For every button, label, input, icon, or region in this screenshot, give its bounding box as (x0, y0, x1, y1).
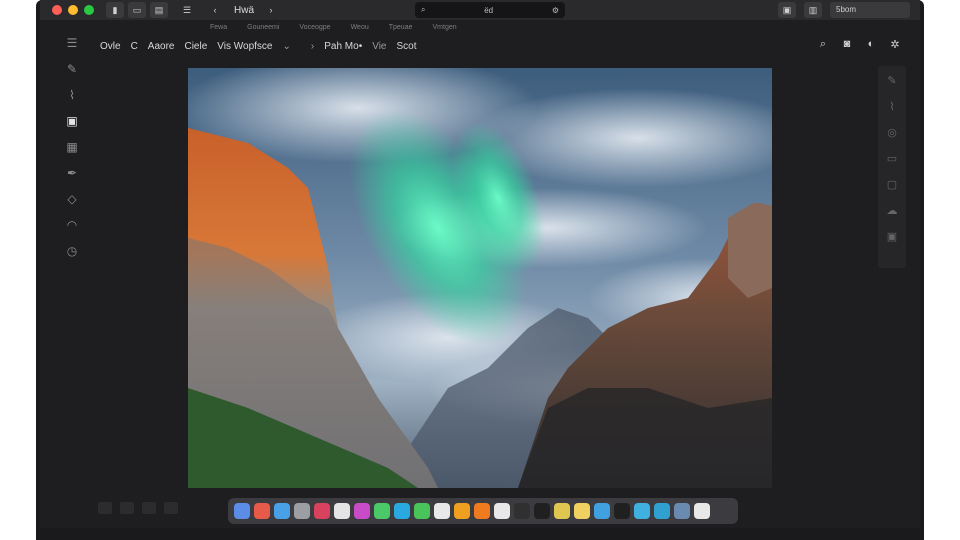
forward-icon[interactable]: › (262, 2, 280, 18)
layers-icon[interactable]: ▦ (62, 140, 82, 155)
dock-app-icon[interactable] (254, 503, 270, 519)
dock-app-icon[interactable] (634, 503, 650, 519)
status-icon[interactable] (98, 502, 112, 514)
toolbar-item[interactable]: Aaore (148, 41, 175, 52)
toolbar-item[interactable]: Ciele (184, 41, 207, 52)
dock-app-icon[interactable] (294, 503, 310, 519)
dock-app-icon[interactable] (414, 503, 430, 519)
dock-app-icon[interactable] (314, 503, 330, 519)
landscape-photo (188, 68, 772, 488)
pencil-icon[interactable]: ✎ (62, 62, 82, 77)
history-icon[interactable]: ◷ (62, 244, 82, 259)
sidebar-toggle-button[interactable]: ▮ (106, 2, 124, 18)
square-icon[interactable]: ▢ (887, 178, 897, 192)
lasso-icon[interactable]: ◠ (62, 218, 82, 233)
dock-app-icon[interactable] (234, 503, 250, 519)
dock-app-icon[interactable] (614, 503, 630, 519)
toolbar-item[interactable]: Pah Mo• (324, 41, 362, 52)
image-canvas[interactable] (188, 68, 772, 488)
window-title: Hwä (234, 4, 255, 16)
toolbar-right: ⌕ ◙ ◐ ✲ (816, 38, 902, 51)
dock-app-icon[interactable] (554, 503, 570, 519)
square-icon[interactable]: ▣ (887, 230, 897, 244)
menu-icon[interactable]: ☰ (178, 2, 196, 18)
dock (228, 498, 738, 524)
view-toggle-button[interactable]: ▭ (128, 2, 146, 18)
app-window: ▮ ▭ ▤ ☰ ‹ Hwä › ⌕ ëd ⚙ ▣ ▥ 5bom Fewa Gou… (40, 0, 920, 528)
layout-button[interactable]: ▥ (804, 2, 822, 18)
pen-icon[interactable]: ✒ (62, 166, 82, 181)
minimize-button[interactable] (68, 5, 78, 15)
dock-app-icon[interactable] (394, 503, 410, 519)
pencil-icon[interactable]: ✎ (887, 74, 896, 88)
search-icon[interactable]: ⌕ (816, 38, 830, 51)
dock-app-icon[interactable] (434, 503, 450, 519)
dock-app-icon[interactable] (534, 503, 550, 519)
dock-app-icon[interactable] (374, 503, 390, 519)
menu-item[interactable]: Weou (351, 24, 369, 31)
brush-icon[interactable]: ⌇ (62, 88, 82, 103)
dock-app-icon[interactable] (674, 503, 690, 519)
status-icons (98, 502, 178, 514)
share-icon[interactable]: ◐ (864, 38, 878, 51)
dock-app-icon[interactable] (654, 503, 670, 519)
square-icon[interactable]: ▭ (887, 152, 897, 166)
dock-app-icon[interactable] (274, 503, 290, 519)
window-controls (52, 5, 94, 15)
chevron-right-icon[interactable]: › (311, 41, 314, 52)
zoom-button[interactable] (84, 5, 94, 15)
dock-app-icon[interactable] (594, 503, 610, 519)
menu-item[interactable]: Gouneemi (247, 24, 279, 31)
status-icon[interactable] (164, 502, 178, 514)
dock-app-icon[interactable] (334, 503, 350, 519)
menu-item[interactable]: Tpeuae (389, 24, 413, 31)
status-icon[interactable] (142, 502, 156, 514)
search-field[interactable]: ⌕ ëd ⚙ (415, 2, 565, 18)
menu-item[interactable]: Vmtgen (433, 24, 457, 31)
menu-icon[interactable]: ☰ (62, 36, 82, 51)
settings-icon[interactable]: ✲ (888, 38, 902, 51)
dock-app-icon[interactable] (494, 503, 510, 519)
eraser-icon[interactable]: ◇ (62, 192, 82, 207)
circle-icon[interactable]: ◎ (887, 126, 897, 140)
toolbar-item[interactable]: Scot (396, 41, 416, 52)
right-tool-panel: ✎ ⌇ ◎ ▭ ▢ ☁ ▣ (878, 66, 906, 268)
toolbar-item[interactable]: Vis Wopfsce (217, 41, 272, 52)
search-text: ëd (484, 5, 494, 15)
panel-button[interactable]: ▣ (778, 2, 796, 18)
cloud-icon[interactable]: ☁ (887, 204, 898, 218)
menu-item[interactable]: Voceogpe (299, 24, 330, 31)
options-icon[interactable]: ⚙ (552, 6, 559, 15)
toolbar-item[interactable]: Vie (372, 41, 386, 52)
dock-app-icon[interactable] (354, 503, 370, 519)
menu-item[interactable]: Fewa (210, 24, 227, 31)
chevron-down-icon[interactable]: ⌄ (283, 41, 291, 52)
dock-app-icon[interactable] (454, 503, 470, 519)
top-right-controls: ▣ ▥ 5bom (778, 2, 910, 18)
search-icon: ⌕ (421, 5, 426, 14)
dock-app-icon[interactable] (474, 503, 490, 519)
dock-app-icon[interactable] (574, 503, 590, 519)
crop-icon[interactable]: ▣ (62, 114, 82, 129)
brush-icon[interactable]: ⌇ (889, 100, 894, 114)
back-icon[interactable]: ‹ (206, 2, 224, 18)
top-right-field[interactable]: 5bom (830, 2, 910, 18)
dock-app-icon[interactable] (694, 503, 710, 519)
dock-app-icon[interactable] (514, 503, 530, 519)
close-button[interactable] (52, 5, 62, 15)
toolbar-item[interactable]: C (131, 41, 138, 52)
editor-toolbar: Ovle C Aaore Ciele Vis Wopfsce ⌄ › Pah M… (40, 34, 920, 58)
grid-view-button[interactable]: ▤ (150, 2, 168, 18)
tool-palette: ☰ ✎ ⌇ ▣ ▦ ✒ ◇ ◠ ◷ (60, 36, 84, 259)
menu-bar: Fewa Gouneemi Voceogpe Weou Tpeuae Vmtge… (40, 20, 920, 34)
toolbar-item[interactable]: Ovle (100, 41, 121, 52)
status-icon[interactable] (120, 502, 134, 514)
camera-icon[interactable]: ◙ (840, 38, 854, 51)
